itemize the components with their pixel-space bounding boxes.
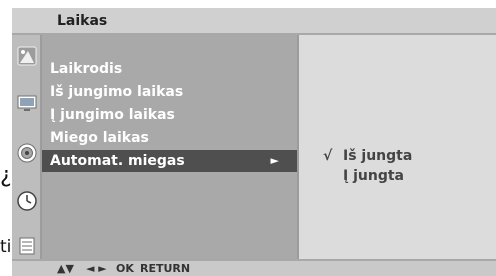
option-off[interactable]: Iš jungta [343, 146, 412, 166]
stray-text-left: ¿ [0, 163, 12, 188]
check-icon: √ [323, 148, 333, 164]
ok-hint: OK [116, 262, 134, 275]
submenu-panel: √ Iš jungta Į jungta [297, 35, 496, 259]
settings-icon[interactable] [16, 235, 38, 257]
menu-item-clock[interactable]: Laikrodis [42, 58, 297, 80]
stray-text-bottom: ti [0, 237, 12, 257]
menu-item-on-time[interactable]: Į jungimo laikas [42, 104, 297, 126]
menu-title: Laikas [57, 13, 108, 29]
menu-icon-column [12, 35, 42, 259]
menu-item-auto-sleep[interactable]: Automat. miegas ► [42, 150, 297, 172]
picture-icon[interactable] [16, 45, 38, 67]
submenu-arrow-icon: ► [270, 154, 279, 167]
main-menu-panel: Laikrodis Iš jungimo laikas Į jungimo la… [42, 35, 297, 259]
menu-item-label: Automat. miegas [50, 153, 185, 169]
screen-icon[interactable] [16, 92, 38, 114]
audio-icon[interactable] [16, 142, 38, 164]
osd-titlebar: Laikas [12, 8, 496, 35]
menu-item-label: Miego laikas [50, 130, 149, 146]
leftright-arrows-icon: ◄ ► [86, 262, 107, 275]
menu-item-sleep-time[interactable]: Miego laikas [42, 127, 297, 149]
menu-item-label: Į jungimo laikas [50, 107, 175, 123]
menu-item-off-time[interactable]: Iš jungimo laikas [42, 81, 297, 103]
return-hint: RETURN [140, 262, 191, 275]
menu-item-label: Laikrodis [50, 61, 123, 77]
option-on[interactable]: Į jungta [343, 166, 404, 186]
tv-osd-menu: Laikas Laikrodis Iš jungimo laikas Į jun… [12, 8, 496, 276]
menu-item-label: Iš jungimo laikas [50, 84, 184, 100]
updown-arrows-icon: ▲▼ [57, 262, 74, 275]
navigation-hint-bar: ▲▼ ◄ ► OK RETURN [12, 259, 496, 276]
clock-icon[interactable] [12, 180, 42, 222]
